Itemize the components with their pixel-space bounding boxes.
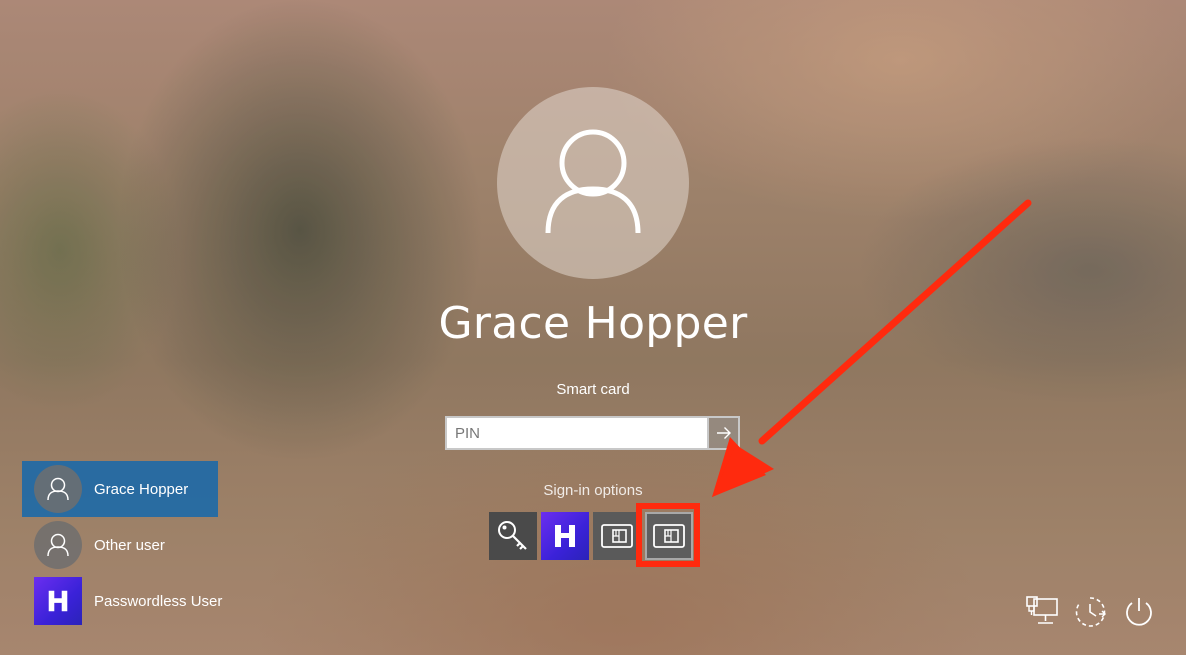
smart-card-icon <box>601 524 633 548</box>
avatar <box>34 521 82 569</box>
hypr-logo-icon <box>48 590 68 612</box>
user-list-label: Grace Hopper <box>94 480 189 498</box>
sign-in-option-smart-card[interactable] <box>593 512 641 560</box>
sign-in-option-hypr[interactable] <box>541 512 589 560</box>
person-icon <box>545 129 641 234</box>
person-icon <box>47 533 69 557</box>
annotation-arrow-icon <box>712 199 1032 497</box>
annotation-highlight-box <box>636 503 700 567</box>
user-list-item-passwordless-user[interactable]: Passwordless User <box>22 573 222 629</box>
sign-in-option-password[interactable] <box>489 512 537 560</box>
ease-of-access-button[interactable] <box>1072 594 1108 630</box>
avatar <box>34 577 82 625</box>
pin-box <box>445 416 740 452</box>
network-icon <box>1026 596 1058 624</box>
pin-input[interactable] <box>445 416 707 450</box>
user-avatar <box>497 87 689 279</box>
user-list-item-grace-hopper[interactable]: Grace Hopper <box>22 461 218 517</box>
power-icon <box>1126 598 1152 626</box>
sign-in-method-label: Smart card <box>556 381 630 398</box>
user-list-label: Passwordless User <box>94 592 223 610</box>
network-button[interactable] <box>1024 594 1060 630</box>
user-list-item-other-user[interactable]: Other user <box>22 517 218 573</box>
avatar <box>34 465 82 513</box>
hypr-logo-icon <box>555 525 575 547</box>
user-list-label: Other user <box>94 536 165 554</box>
key-icon <box>498 521 527 550</box>
person-icon <box>47 477 69 501</box>
power-button[interactable] <box>1121 594 1157 630</box>
ease-of-access-icon <box>1075 597 1106 627</box>
sign-in-options-label: Sign-in options <box>543 482 643 499</box>
